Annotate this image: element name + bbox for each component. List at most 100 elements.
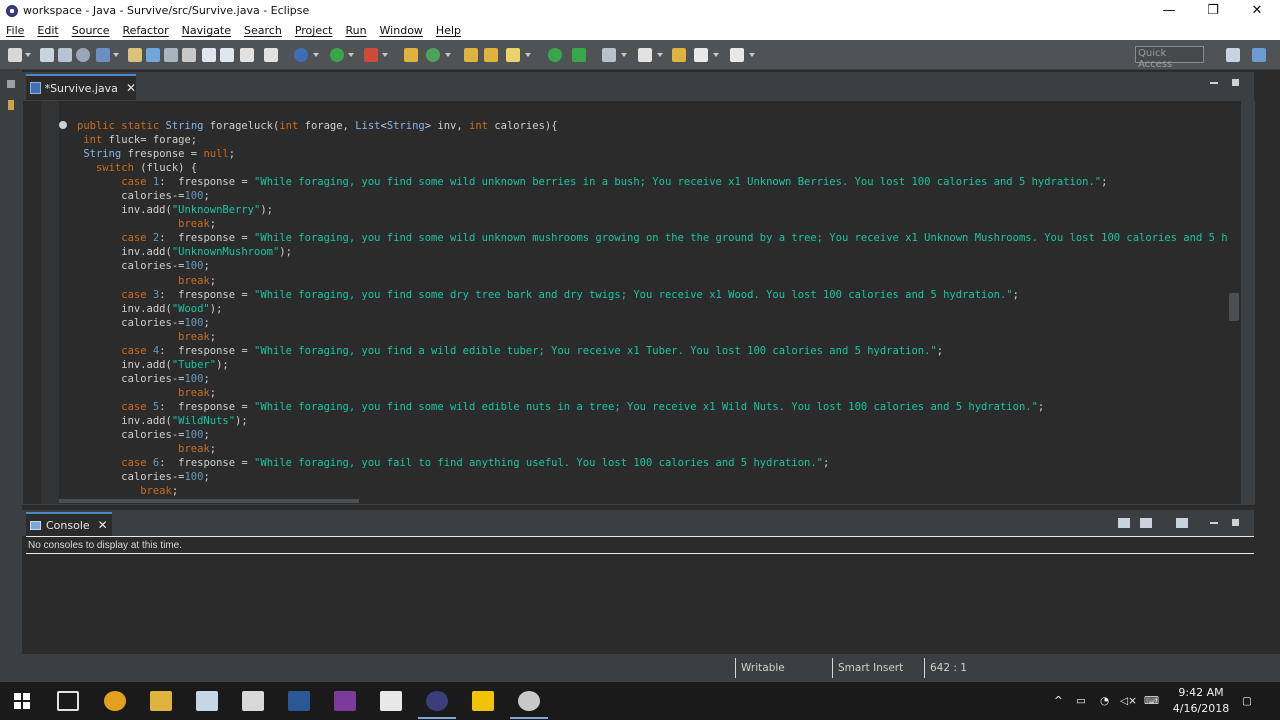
coverage-icon[interactable] bbox=[548, 48, 562, 62]
new-icon[interactable] bbox=[8, 48, 22, 62]
eclipse-taskbar-icon[interactable] bbox=[426, 691, 448, 711]
code-line[interactable]: calories-=100; bbox=[77, 470, 1227, 484]
menu-source[interactable]: Source bbox=[72, 24, 110, 37]
toggle-icon[interactable] bbox=[182, 48, 196, 62]
annotation-icon[interactable] bbox=[638, 48, 652, 62]
last-edit-icon[interactable] bbox=[672, 48, 686, 62]
save-all-icon[interactable] bbox=[58, 48, 72, 62]
code-line[interactable]: inv.add("Wood"); bbox=[77, 302, 1227, 316]
photos-icon[interactable] bbox=[196, 691, 218, 711]
close-console-icon[interactable]: ✕ bbox=[98, 518, 108, 532]
build-icon[interactable] bbox=[602, 48, 616, 62]
code-line[interactable]: int fluck= forage; bbox=[77, 133, 1227, 147]
task-icon[interactable] bbox=[264, 48, 278, 62]
save-icon[interactable] bbox=[40, 48, 54, 62]
paint-icon[interactable] bbox=[518, 691, 540, 711]
brush-icon[interactable] bbox=[506, 48, 520, 62]
onenote-icon[interactable] bbox=[334, 691, 356, 711]
terminal-icon[interactable] bbox=[572, 48, 586, 62]
close-window-button[interactable]: ✕ bbox=[1236, 0, 1278, 21]
keyboard-icon[interactable]: ⌨ bbox=[1144, 682, 1159, 720]
vertical-scroll-thumb[interactable] bbox=[1229, 293, 1239, 321]
volume-icon[interactable]: ◁× bbox=[1120, 682, 1137, 720]
tab-survive-java[interactable]: *Survive.java ✕ bbox=[26, 74, 136, 100]
display-console-icon[interactable] bbox=[1140, 518, 1152, 528]
forward-icon[interactable] bbox=[730, 48, 744, 62]
menu-project[interactable]: Project bbox=[295, 24, 333, 37]
code-line[interactable]: case 6: fresponse = "While foraging, you… bbox=[77, 456, 1227, 470]
menu-refactor[interactable]: Refactor bbox=[123, 24, 169, 37]
debug-run-icon[interactable] bbox=[294, 48, 308, 62]
code-line[interactable]: break; bbox=[77, 274, 1227, 288]
minimize-editor-icon[interactable] bbox=[1210, 82, 1218, 84]
code-line[interactable]: break; bbox=[77, 484, 1227, 498]
code-line[interactable]: calories-=100; bbox=[77, 259, 1227, 273]
minimize-console-icon[interactable] bbox=[1210, 522, 1218, 524]
start-button[interactable] bbox=[14, 693, 30, 709]
code-editor[interactable]: public static String forageluck(int fora… bbox=[22, 100, 1255, 505]
code-line[interactable]: case 4: fresponse = "While foraging, you… bbox=[77, 344, 1227, 358]
notification-icon[interactable]: ▢ bbox=[1242, 682, 1252, 720]
block-selection-icon[interactable] bbox=[202, 48, 216, 62]
open-console-icon[interactable] bbox=[1176, 518, 1188, 528]
show-whitespace-icon[interactable] bbox=[220, 48, 234, 62]
run-icon[interactable] bbox=[330, 48, 344, 62]
package-explorer-icon[interactable] bbox=[8, 100, 14, 110]
tray-chevron-icon[interactable]: ^ bbox=[1054, 682, 1063, 720]
code-line[interactable]: case 2: fresponse = "While foraging, you… bbox=[77, 231, 1227, 245]
open-folder-icon[interactable] bbox=[484, 48, 498, 62]
code-line[interactable]: calories-=100; bbox=[77, 428, 1227, 442]
horizontal-scroll-thumb[interactable] bbox=[59, 499, 359, 503]
chrome-icon[interactable] bbox=[104, 691, 126, 711]
gear-icon[interactable] bbox=[76, 48, 90, 62]
code-line[interactable]: case 5: fresponse = "While foraging, you… bbox=[77, 400, 1227, 414]
file-explorer-icon[interactable] bbox=[150, 691, 172, 711]
code-line[interactable]: String fresponse = null; bbox=[77, 147, 1227, 161]
menu-window[interactable]: Window bbox=[380, 24, 423, 37]
menu-edit[interactable]: Edit bbox=[37, 24, 58, 37]
outline-icon[interactable] bbox=[240, 48, 254, 62]
code-line[interactable]: break; bbox=[77, 386, 1227, 400]
code-line[interactable]: inv.add("WildNuts"); bbox=[77, 414, 1227, 428]
folder-icon[interactable] bbox=[464, 48, 478, 62]
code-line[interactable]: public static String forageluck(int fora… bbox=[77, 119, 1227, 133]
java-icon[interactable] bbox=[380, 691, 402, 711]
external-tools-icon[interactable] bbox=[364, 48, 378, 62]
pen-icon[interactable] bbox=[146, 48, 160, 62]
new-package-icon[interactable] bbox=[426, 48, 440, 62]
back-icon[interactable] bbox=[694, 48, 708, 62]
menu-navigate[interactable]: Navigate bbox=[182, 24, 231, 37]
code-line[interactable]: calories-=100; bbox=[77, 372, 1227, 386]
menu-run[interactable]: Run bbox=[345, 24, 366, 37]
code-line[interactable]: case 1: fresponse = "While foraging, you… bbox=[77, 175, 1227, 189]
calculator-icon[interactable] bbox=[242, 691, 264, 711]
fold-marker-icon[interactable] bbox=[59, 121, 67, 129]
code-line[interactable]: break; bbox=[77, 442, 1227, 456]
code-line[interactable]: break; bbox=[77, 217, 1227, 231]
code-line[interactable]: inv.add("UnknownBerry"); bbox=[77, 203, 1227, 217]
menu-help[interactable]: Help bbox=[436, 24, 461, 37]
maximize-button[interactable]: ❐ bbox=[1192, 0, 1234, 21]
open-type-icon[interactable] bbox=[128, 48, 142, 62]
tab-console[interactable]: Console ✕ bbox=[26, 512, 112, 536]
wifi-icon[interactable]: ◔ bbox=[1100, 682, 1109, 720]
sticky-notes-icon[interactable] bbox=[472, 691, 494, 711]
open-perspective-icon[interactable] bbox=[1226, 48, 1240, 62]
code-line[interactable]: calories-=100; bbox=[77, 316, 1227, 330]
minimize-button[interactable]: — bbox=[1148, 0, 1190, 21]
code-line[interactable]: break; bbox=[77, 330, 1227, 344]
code-line[interactable]: inv.add("UnknownMushroom"); bbox=[77, 245, 1227, 259]
new-java-project-icon[interactable] bbox=[404, 48, 418, 62]
quick-access-input[interactable]: Quick Access bbox=[1135, 46, 1204, 70]
code-line[interactable]: case 3: fresponse = "While foraging, you… bbox=[77, 288, 1227, 302]
code-line[interactable]: calories-=100; bbox=[77, 189, 1227, 203]
menu-search[interactable]: Search bbox=[244, 24, 282, 37]
maximize-editor-icon[interactable] bbox=[1232, 79, 1239, 86]
java-perspective-icon[interactable] bbox=[1252, 48, 1266, 62]
code-line[interactable]: inv.add("Tuber"); bbox=[77, 358, 1227, 372]
restore-icon[interactable] bbox=[7, 80, 15, 88]
search-icon[interactable] bbox=[164, 48, 178, 62]
tray-network-icon[interactable]: ▭ bbox=[1076, 682, 1086, 720]
pin-console-icon[interactable] bbox=[1118, 518, 1130, 528]
close-tab-icon[interactable]: ✕ bbox=[126, 81, 136, 95]
